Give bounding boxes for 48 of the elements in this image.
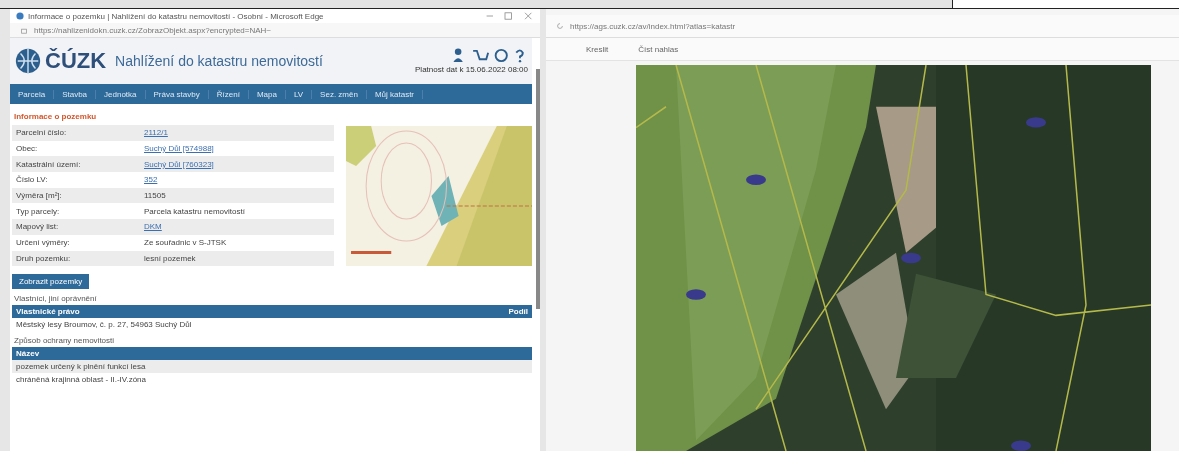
table-cell: Obec: [12,140,140,157]
table-cell: Druh pozemku: [12,250,140,267]
value-link[interactable]: 2112/1 [140,125,334,141]
column-header: Název [16,349,40,359]
window-title: Informace o pozemku | Nahlížení do katastru nemovitostí - Osobní - Microsoft Edge [28,11,325,21]
logo-text: ČÚZK [45,48,107,74]
site-title: Nahlížení do katastru nemovitostí [115,53,323,69]
menu-item[interactable]: Práva stavby [145,89,209,99]
table-cell-text: Městský lesy Broumov, č. p. 27, 54963 Suchý Důl [15,319,193,332]
menu-item[interactable]: Řízení [208,89,249,99]
menu-item[interactable]: Mapa [248,89,286,99]
section-title: Způsob ochrany nemovitosti [14,336,116,346]
table-cell: Mapový list: [12,219,140,235]
toolbar-button[interactable]: Číst nahlas [638,44,679,54]
table-cell: Výměra [m²]: [12,187,140,204]
table-cell: Typ parcely: [12,203,140,220]
value-link[interactable]: Suchý Důl [760323] [140,156,334,173]
table-cell: pozemek určený k plnění funkcí lesa [12,360,532,374]
column-header: Podíl [508,307,528,317]
address-bar[interactable]: https://ags.cuzk.cz/av/index.html?atlas=katastr [570,21,736,31]
menu-item[interactable]: Můj katastr [366,89,423,99]
table-cell: Ze souřadnic v S-JTSK [140,234,334,251]
section-title: Informace o pozemku [14,112,98,121]
reload-icon[interactable] [556,22,564,30]
table-cell-text: chráněná krajinná oblast - II.-IV.zóna [15,374,147,387]
menu-item[interactable]: Sez. změn [312,89,367,99]
data-validity-text: Platnost dat k 15.06.2022 08:00 [415,65,528,74]
window-controls-icon[interactable] [484,12,534,20]
menu-item[interactable]: Stavba [54,89,97,99]
browser-icon [16,12,24,20]
value-link[interactable]: DKM [140,219,334,235]
value-link[interactable]: Suchý Důl [574988] [140,140,334,157]
table-cell: Určení výměry: [12,234,140,251]
menu-item[interactable]: Parcela [10,89,55,99]
menu-item[interactable]: Jednotka [96,89,146,99]
table-cell: lesní pozemek [140,250,334,267]
column-header: Vlastnické právo [16,307,80,317]
show-parcels-button[interactable]: Zobrazit pozemky [12,274,90,290]
table-cell: Katastrální území: [12,156,140,173]
toolbar-button[interactable]: Kreslit [586,44,609,54]
table-cell: 11505 [140,187,334,204]
table-cell: Číslo LV: [12,172,140,188]
section-title: Vlastníci, jiní oprávnění [14,294,98,304]
table-cell: Parcelní číslo: [12,125,140,141]
globe-icon [14,47,42,75]
value-link[interactable]: 352 [140,172,334,188]
table-cell: Parcela katastru nemovitostí [140,203,334,220]
menu-item[interactable]: LV [285,89,313,99]
